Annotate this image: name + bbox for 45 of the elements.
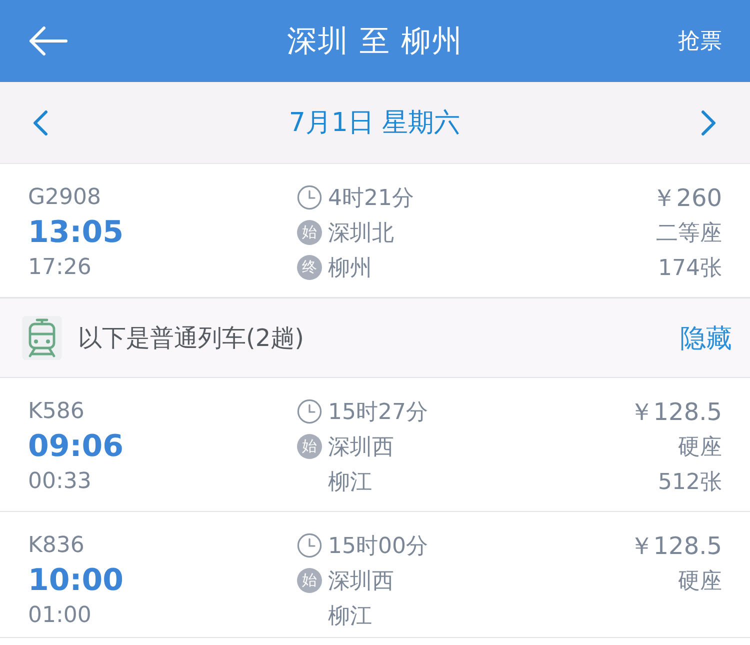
back-button[interactable] (28, 26, 68, 56)
station-badge: 终 (297, 255, 322, 280)
chevron-left-icon (32, 110, 48, 136)
hide-link[interactable]: 隐藏 (680, 320, 732, 356)
station-name: 柳江 (328, 602, 372, 630)
ticket-price: ￥128.5 (629, 530, 722, 562)
date-label: 7月1日 星期六 (288, 107, 460, 140)
clock-icon (297, 533, 322, 558)
seat-class: 硬座 (678, 434, 722, 462)
station-name: 深圳西 (328, 568, 394, 596)
station-name: 深圳北 (328, 220, 394, 248)
travel-duration: 4时21分 (328, 184, 414, 212)
travel-duration: 15时00分 (328, 532, 428, 560)
clock-icon (297, 399, 322, 424)
seat-class: 硬座 (678, 568, 722, 596)
train-icon (22, 316, 62, 360)
tickets-left: 174张 (658, 254, 722, 282)
arrival-time: 00:33 (28, 469, 92, 494)
train-number: G2908 (28, 185, 102, 210)
departure-time: 13:05 (28, 215, 124, 250)
train-number: K836 (28, 533, 84, 558)
station-name: 深圳西 (328, 434, 394, 462)
back-arrow-icon (28, 26, 68, 56)
station-name: 柳江 (328, 468, 372, 496)
arrival-time: 17:26 (28, 255, 92, 280)
ticket-price: ￥128.5 (629, 396, 722, 428)
grab-ticket-button[interactable]: 抢票 (678, 26, 722, 56)
station-badge: 始 (297, 568, 322, 593)
regular-trains-label: 以下是普通列车(2趟) (78, 323, 305, 354)
ticket-price: ￥260 (652, 182, 722, 214)
departure-time: 10:00 (28, 563, 124, 598)
seat-class: 二等座 (656, 220, 722, 248)
travel-duration: 15时27分 (328, 398, 428, 426)
train-number: K586 (28, 399, 84, 424)
page-title: 深圳 至 柳州 (286, 22, 464, 60)
station-name: 柳州 (328, 254, 372, 282)
station-badge: 始 (297, 220, 322, 245)
tickets-left: 512张 (658, 468, 722, 496)
previous-day-button[interactable] (32, 110, 48, 136)
next-day-button[interactable] (701, 110, 717, 136)
arrival-time: 01:00 (28, 603, 92, 628)
chevron-right-icon (701, 110, 717, 136)
station-badge: 始 (297, 434, 322, 459)
departure-time: 09:06 (28, 429, 124, 464)
clock-icon (297, 185, 322, 210)
